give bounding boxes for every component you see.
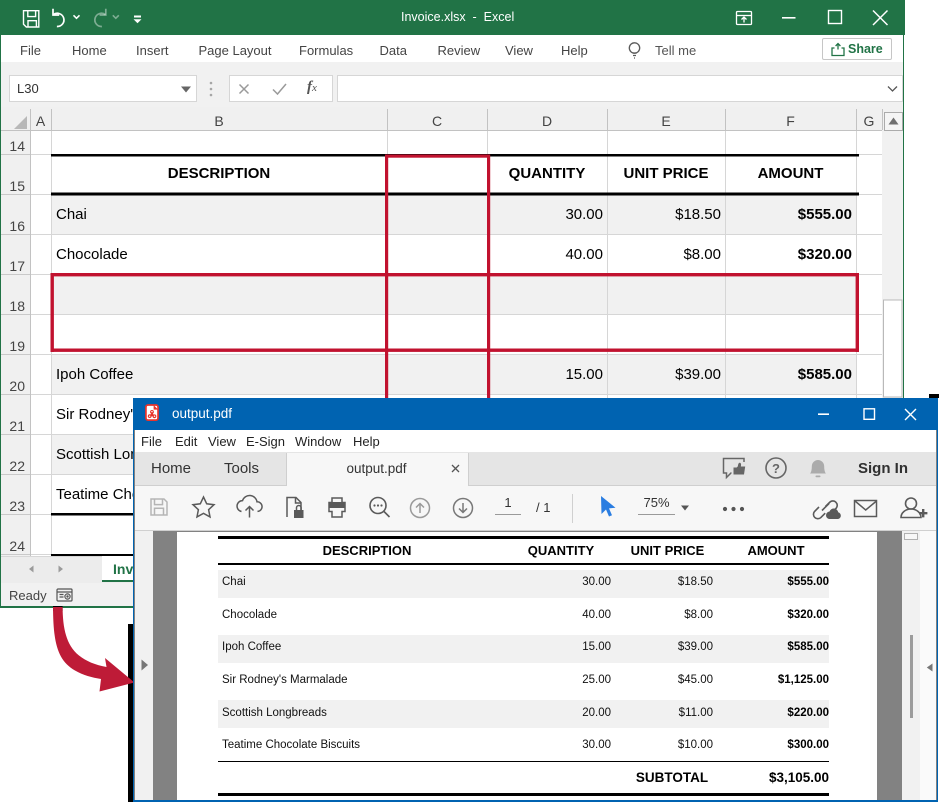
svg-text:?: ? xyxy=(772,461,780,476)
